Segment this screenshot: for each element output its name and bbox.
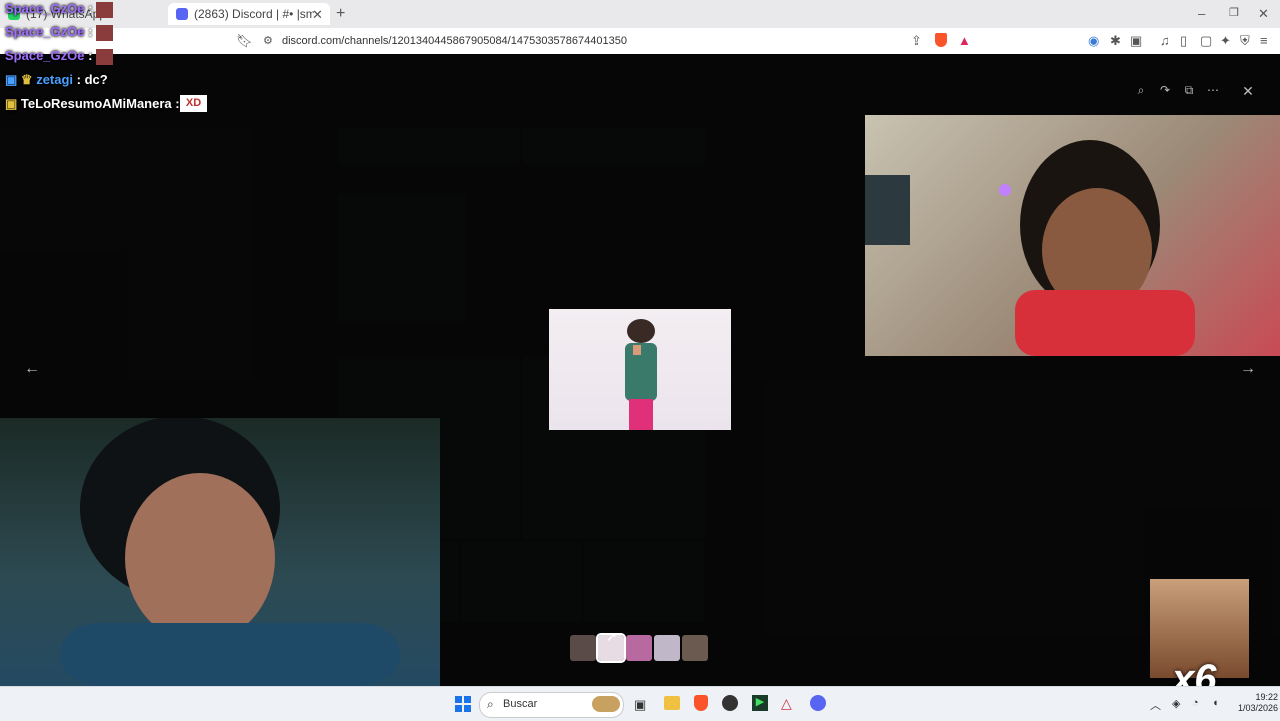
network-icon[interactable]: ◈ bbox=[1172, 697, 1180, 710]
badge-icon: ▣ bbox=[5, 96, 18, 111]
search-placeholder: Buscar bbox=[503, 698, 538, 710]
sparkle-icon[interactable]: ✦ bbox=[1220, 33, 1231, 49]
crown-icon: ♛ bbox=[20, 72, 33, 87]
discord-taskbar-icon[interactable] bbox=[810, 695, 826, 711]
next-media-button[interactable]: → bbox=[1238, 359, 1258, 379]
chat-text: : bbox=[88, 48, 93, 63]
chat-text: : dc? bbox=[76, 72, 108, 87]
clock-time: 19:22 bbox=[1255, 692, 1279, 702]
person-figure-image bbox=[625, 319, 657, 430]
clock-date: 1/03/2026 bbox=[1238, 703, 1279, 713]
taskbar-clock[interactable]: 19:22 1/03/2026 bbox=[1238, 692, 1278, 714]
obs-icon[interactable] bbox=[722, 695, 738, 711]
chat-text: : bbox=[88, 1, 93, 16]
chat-username: Space_GzOe bbox=[5, 48, 85, 63]
chat-message: ▣ ♛ zetagi : dc? bbox=[5, 72, 108, 88]
window-close-icon[interactable]: ✕ bbox=[1258, 6, 1269, 22]
chat-message: Space_GzOe : bbox=[5, 1, 114, 18]
vpn-icon[interactable]: ⛨ bbox=[1240, 33, 1250, 49]
mouse-cursor-icon: ➚ bbox=[606, 628, 618, 644]
audio-icon[interactable]: ◉ bbox=[1088, 33, 1099, 49]
chat-username: TeLoResumoAMiManera bbox=[20, 96, 172, 111]
discord-icon bbox=[176, 8, 188, 20]
media-thumbnail[interactable] bbox=[626, 635, 652, 661]
more-options-icon[interactable]: ⋯ bbox=[1203, 83, 1223, 99]
forward-icon[interactable]: ↷ bbox=[1155, 83, 1175, 99]
wifi-icon[interactable]: ◔ bbox=[1192, 697, 1199, 709]
volume-icon[interactable]: ◖ bbox=[1212, 697, 1219, 709]
music-icon[interactable]: ♫ bbox=[1160, 33, 1170, 48]
webcam-feed-right bbox=[865, 115, 1280, 356]
close-viewer-button[interactable]: ✕ bbox=[1238, 83, 1258, 99]
file-explorer-icon[interactable] bbox=[664, 696, 680, 710]
media-thumbnail[interactable] bbox=[654, 635, 680, 661]
prev-media-button[interactable]: ← bbox=[22, 359, 42, 379]
chat-username: Space_GzOe bbox=[5, 1, 85, 16]
task-view-icon[interactable]: ▣ bbox=[634, 697, 646, 713]
search-highlight-icon bbox=[592, 696, 620, 712]
chat-message: Space_GzOe : bbox=[5, 48, 114, 65]
bookmark-icon[interactable]: 🔖︎ bbox=[236, 33, 253, 49]
search-icon: ⌕ bbox=[487, 697, 494, 711]
tab-discord[interactable]: (2863) Discord | #• |smash-or- bbox=[168, 3, 330, 25]
zoom-icon[interactable]: ⌕ bbox=[1131, 83, 1151, 99]
media-thumbnail[interactable] bbox=[682, 635, 708, 661]
close-tab-icon[interactable]: ✕ bbox=[312, 7, 323, 23]
brave-browser-icon[interactable] bbox=[694, 695, 708, 711]
restore-icon[interactable]: ❐ bbox=[1229, 6, 1239, 19]
tab-title: (2863) Discord | #• |smash-or- bbox=[194, 7, 314, 21]
webcam-feed-left bbox=[0, 416, 440, 686]
webcam-person bbox=[60, 416, 400, 686]
wallet-icon[interactable]: ▣ bbox=[1130, 33, 1142, 49]
badge-icon: ▣ bbox=[5, 72, 18, 87]
start-icon[interactable] bbox=[455, 696, 471, 712]
media-viewer-image bbox=[549, 309, 731, 430]
new-tab-button[interactable]: + bbox=[336, 5, 345, 23]
chat-emote bbox=[96, 48, 114, 65]
chat-text: : bbox=[88, 24, 93, 39]
chat-username: zetagi bbox=[36, 72, 74, 87]
url-field[interactable]: discord.com/channels/1201340445867905084… bbox=[282, 35, 627, 47]
app-triangle-icon[interactable]: △ bbox=[781, 695, 792, 712]
leo-icon[interactable]: ▢ bbox=[1200, 33, 1212, 49]
chat-message: ▣ TeLoResumoAMiManera : bbox=[5, 96, 180, 112]
minimize-icon[interactable]: – bbox=[1198, 6, 1205, 21]
xd-emote: XD bbox=[180, 95, 207, 112]
chat-message: Space_GzOe : bbox=[5, 24, 114, 41]
terminal-icon[interactable]: ▶ bbox=[752, 695, 768, 711]
chat-emote bbox=[96, 24, 114, 41]
brave-shield-icon[interactable] bbox=[935, 33, 947, 47]
tray-expand-icon[interactable]: ︿ bbox=[1150, 697, 1161, 713]
brave-rewards-icon[interactable]: ▲ bbox=[958, 33, 971, 48]
chat-text: : bbox=[175, 96, 180, 111]
extensions-icon[interactable]: ✱ bbox=[1110, 33, 1121, 49]
webcam-person bbox=[865, 140, 1195, 356]
site-info-icon[interactable]: ⚙︎ bbox=[263, 34, 273, 47]
open-in-browser-icon[interactable]: ⧉ bbox=[1179, 83, 1199, 99]
share-icon[interactable]: ⇪ bbox=[911, 33, 922, 49]
sidebar-icon[interactable]: ▯ bbox=[1180, 33, 1187, 49]
chat-emote bbox=[96, 1, 114, 18]
chat-username: Space_GzOe bbox=[5, 24, 85, 39]
menu-icon[interactable]: ≡ bbox=[1260, 33, 1268, 48]
media-thumbnail[interactable] bbox=[570, 635, 596, 661]
